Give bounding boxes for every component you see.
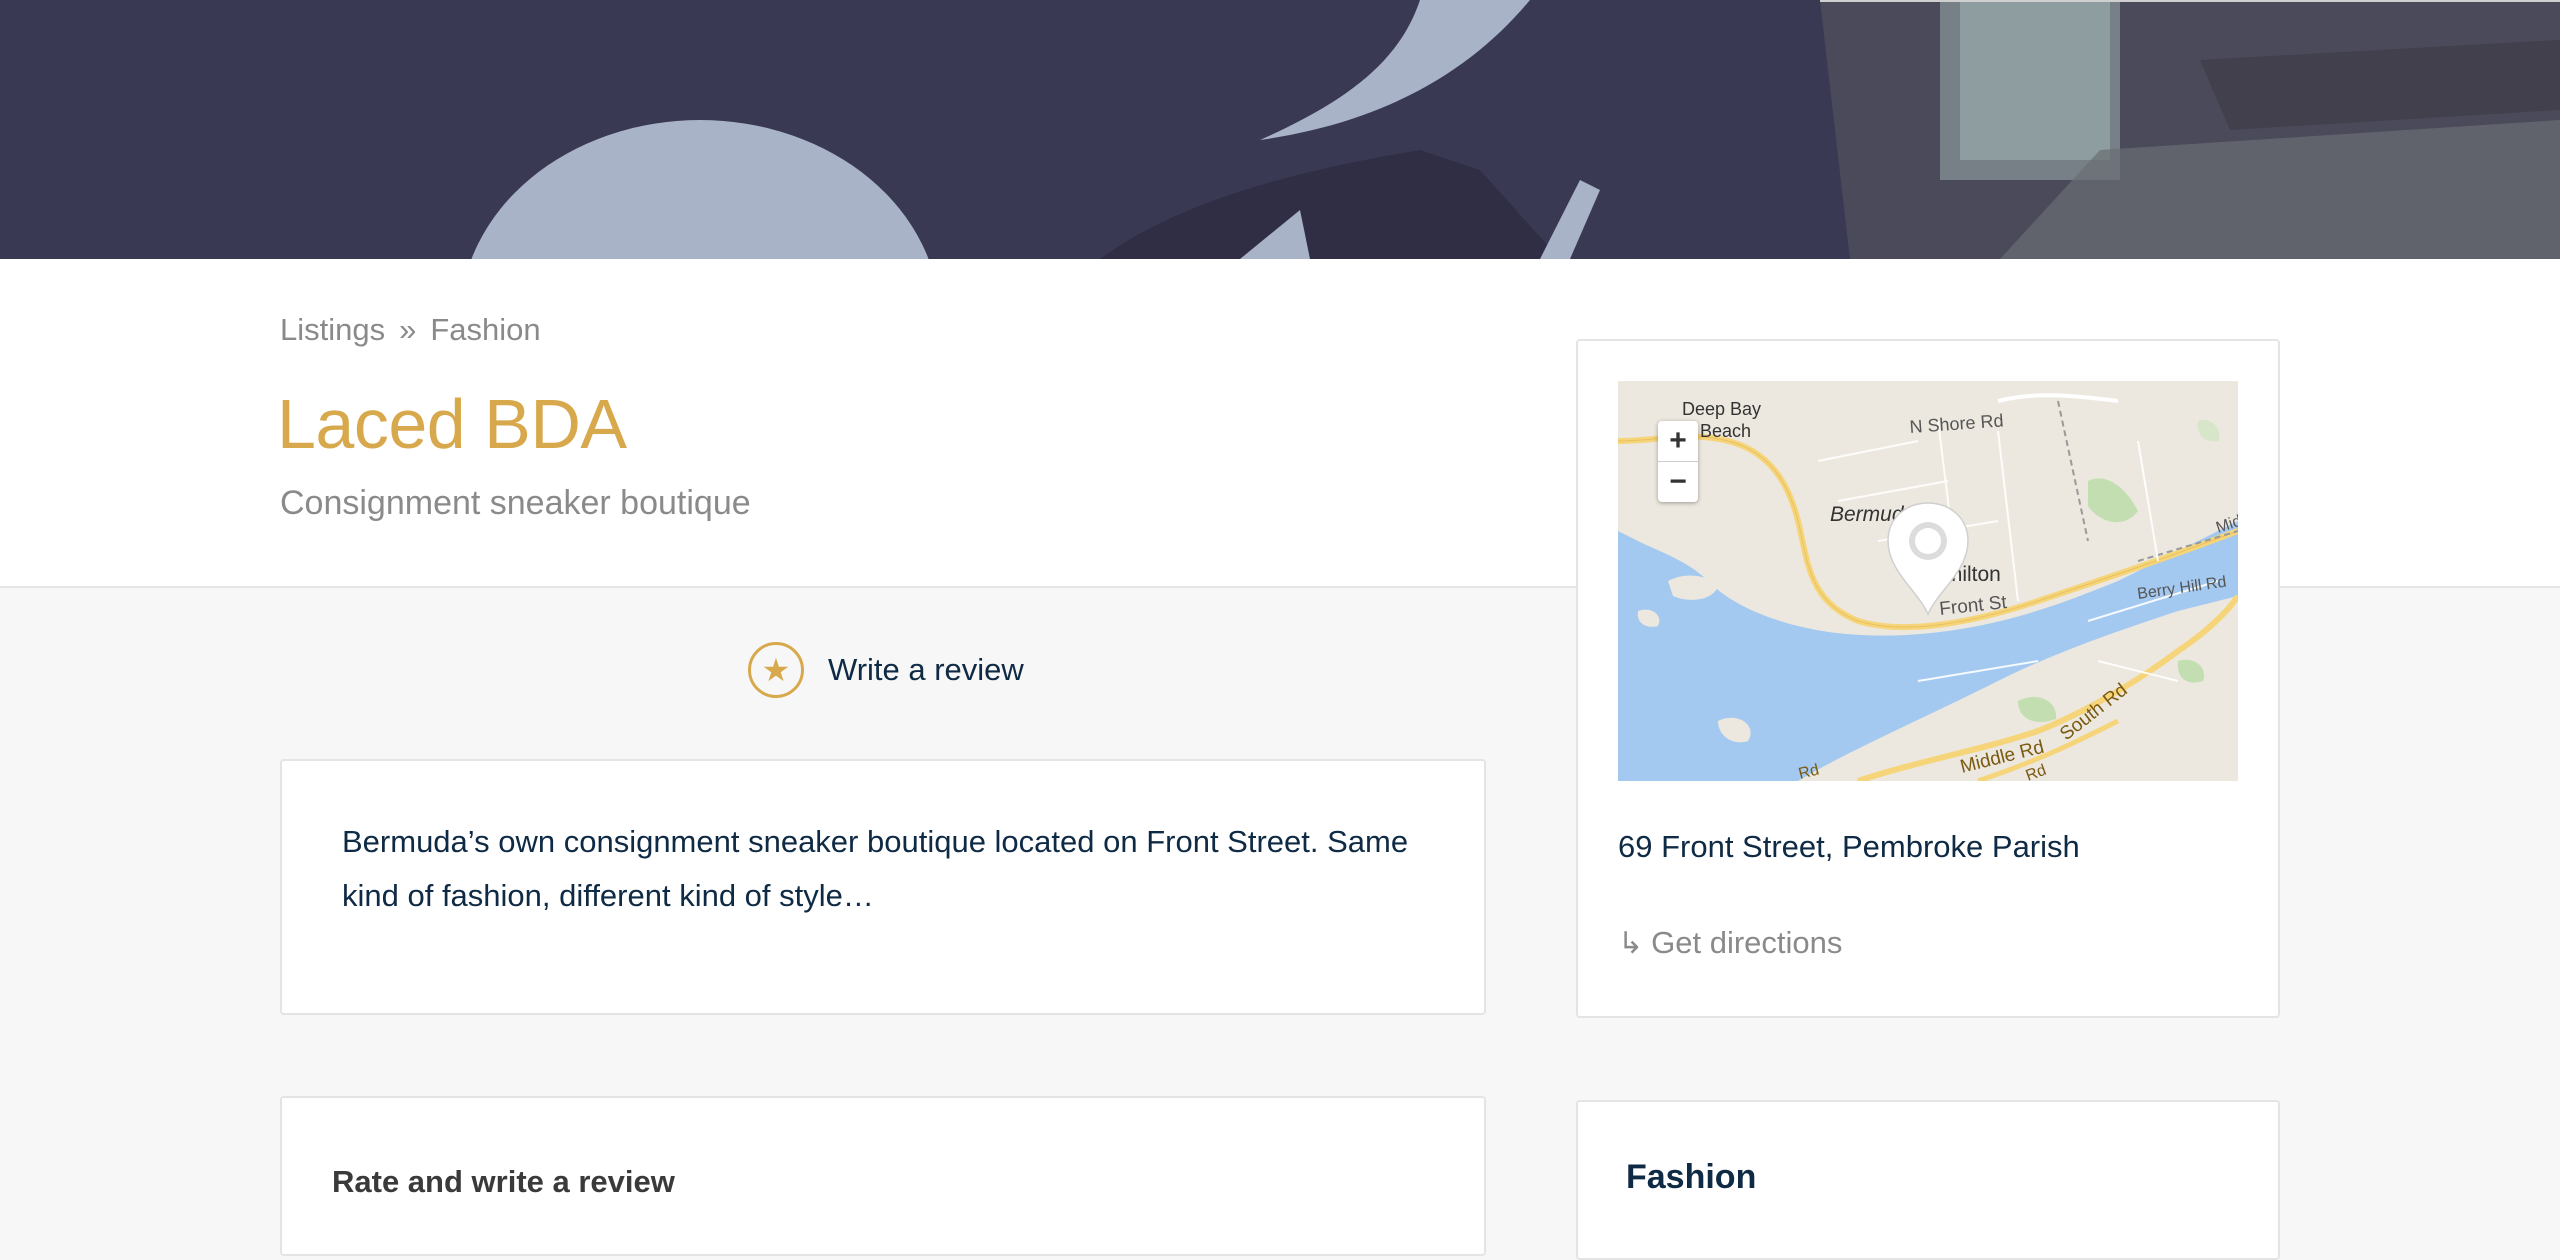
hero-banner bbox=[0, 0, 2560, 259]
listing-address: 69 Front Street, Pembroke Parish bbox=[1618, 829, 2080, 864]
map-tiles: Deep Bay Beach N Shore Rd Bermuda Hamilt… bbox=[1618, 381, 2238, 781]
write-review-label: Write a review bbox=[828, 652, 1024, 687]
category-title[interactable]: Fashion bbox=[1626, 1158, 1756, 1197]
write-review-button[interactable]: ★ Write a review bbox=[748, 638, 1024, 702]
review-card: Rate and write a review bbox=[280, 1096, 1486, 1256]
review-card-title: Rate and write a review bbox=[332, 1164, 675, 1199]
map-label-beach: Beach bbox=[1700, 421, 1751, 441]
breadcrumb: Listings » Fashion bbox=[280, 312, 541, 348]
listing-description: Bermuda’s own consignment sneaker boutiq… bbox=[342, 824, 1409, 913]
zoom-in-button[interactable]: + bbox=[1658, 421, 1698, 461]
star-icon: ★ bbox=[748, 642, 804, 698]
location-map[interactable]: Deep Bay Beach N Shore Rd Bermuda Hamilt… bbox=[1618, 381, 2238, 781]
breadcrumb-item-listings[interactable]: Listings bbox=[280, 312, 385, 347]
directions-arrow-icon: ↳ bbox=[1618, 926, 1644, 960]
get-directions-label: Get directions bbox=[1651, 925, 1843, 960]
page-subtitle: Consignment sneaker boutique bbox=[280, 484, 751, 522]
map-card: Deep Bay Beach N Shore Rd Bermuda Hamilt… bbox=[1576, 339, 2280, 1018]
hero-image bbox=[0, 0, 2560, 259]
get-directions-link[interactable]: ↳ Get directions bbox=[1618, 925, 1842, 961]
map-label-deep-bay: Deep Bay bbox=[1682, 399, 1761, 419]
page-title: Laced BDA bbox=[277, 385, 627, 463]
category-card: Fashion bbox=[1576, 1100, 2280, 1260]
breadcrumb-separator: » bbox=[399, 312, 417, 347]
map-zoom-controls: + − bbox=[1658, 421, 1698, 502]
breadcrumb-item-fashion[interactable]: Fashion bbox=[430, 312, 540, 347]
zoom-out-button[interactable]: − bbox=[1658, 461, 1698, 502]
description-card: Bermuda’s own consignment sneaker boutiq… bbox=[280, 759, 1486, 1015]
